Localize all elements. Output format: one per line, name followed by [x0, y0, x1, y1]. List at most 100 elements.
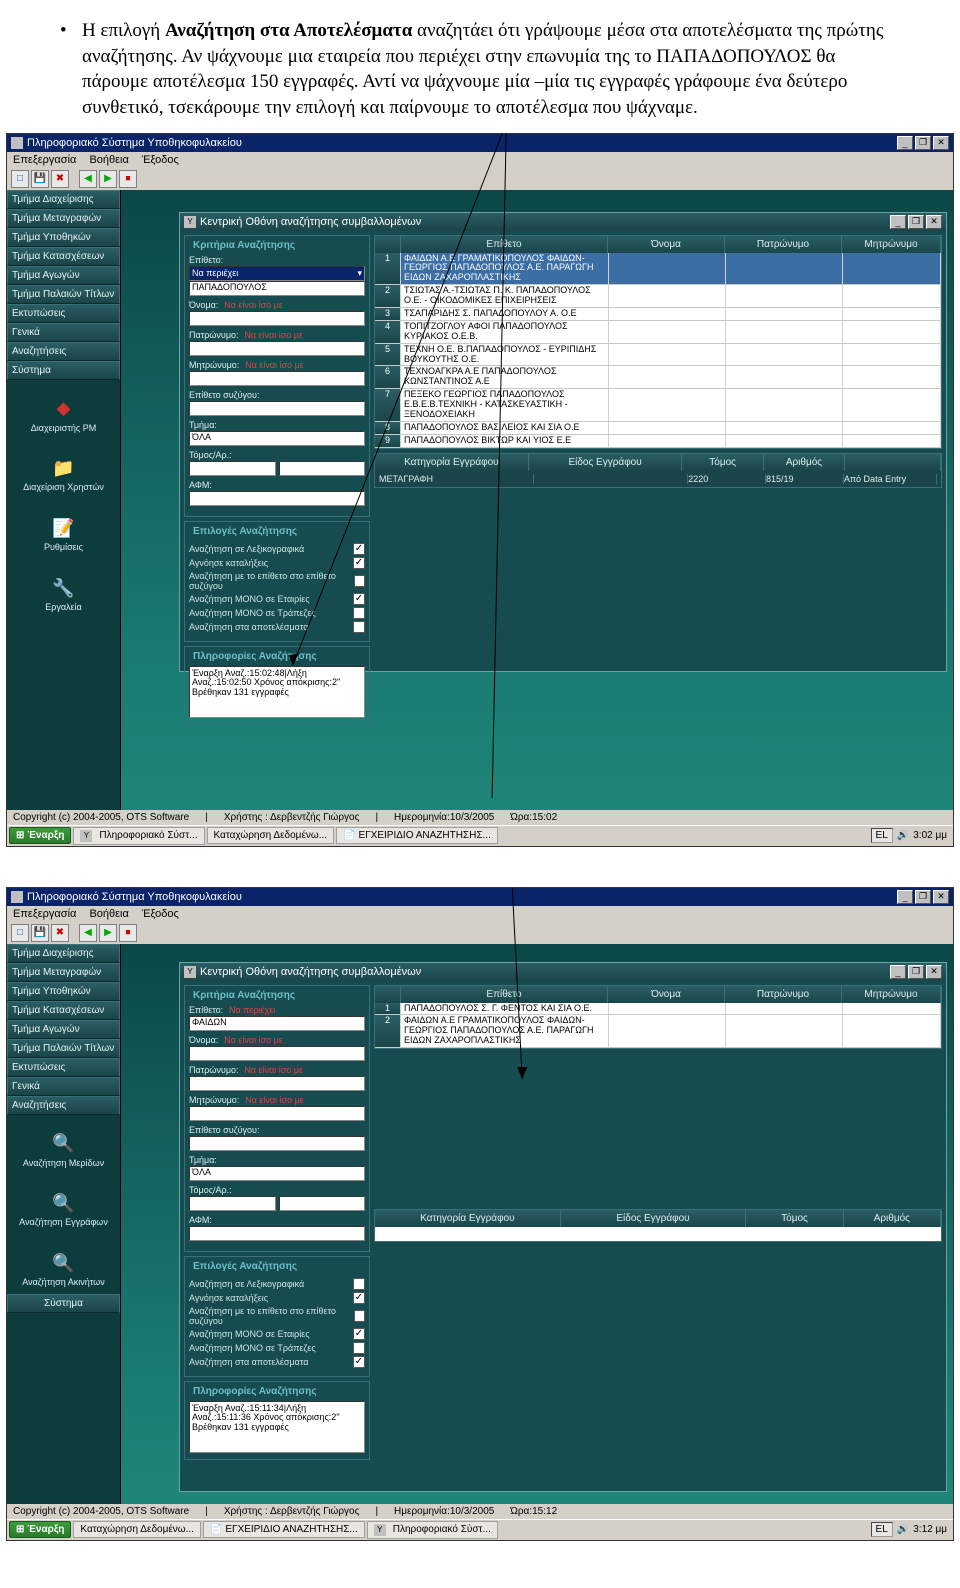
task-btn[interactable]: 📄 ΕΓΧΕΙΡΙΔΙΟ ΑΝΑΖΗΤΗΣΗΣ...: [336, 827, 498, 844]
lang-indicator[interactable]: EL: [871, 828, 893, 843]
nav-item[interactable]: Αναζητήσεις: [7, 1096, 120, 1115]
table-row[interactable]: 7ΠΕΞΕΚΟ ΓΕΩΡΓΙΟΣ ΠΑΠΑΔΟΠΟΥΛΟΣ Ε.Β.Ε.Β.ΤΕ…: [375, 389, 941, 422]
afm-input[interactable]: [189, 1226, 365, 1241]
nav-item[interactable]: Τμήμα Παλαιών Τίτλων: [7, 285, 120, 304]
chk-suffix[interactable]: ✓: [353, 1292, 365, 1304]
mitronymo-input[interactable]: [189, 1106, 365, 1121]
tomos-input[interactable]: [189, 461, 276, 476]
chk-companies[interactable]: ✓: [353, 593, 365, 605]
table-row[interactable]: 4ΤΟΠΙΤΖΟΓΛΟΥ ΑΦΟΙ ΠΑΠΑΔΟΠΟΥΛΟΣ ΚΥΡΙΑΚΟΣ …: [375, 321, 941, 344]
chk-inresults[interactable]: [353, 621, 365, 633]
task-btn[interactable]: 📄 ΕΓΧΕΙΡΙΔΙΟ ΑΝΑΖΗΤΗΣΗΣ...: [203, 1521, 365, 1538]
chk-lex[interactable]: [353, 1278, 365, 1290]
tool-save[interactable]: 💾: [31, 170, 49, 188]
table-row[interactable]: 6ΤΕΧΝΟΑΓΚΡΑ Α.Ε ΠΑΠΑΔΟΠΟΥΛΟΣ ΚΩΝΣΤΑΝΤΙΝΟ…: [375, 366, 941, 389]
onoma-input[interactable]: [189, 311, 365, 326]
tmima-select[interactable]: ΌΛΑ: [189, 1166, 365, 1181]
menu-edit[interactable]: Επεξεργασία: [13, 154, 76, 166]
menu-help[interactable]: Βοήθεια: [89, 908, 128, 920]
tool-stop[interactable]: ⏹: [119, 170, 137, 188]
side-icon-settings[interactable]: 📝 Ρυθμίσεις: [7, 515, 120, 553]
nav-item[interactable]: Εκτυπώσεις: [7, 304, 120, 323]
chk-lex[interactable]: ✓: [353, 543, 365, 555]
tool-next[interactable]: ▶: [99, 924, 117, 942]
nav-item[interactable]: Τμήμα Αγωγών: [7, 266, 120, 285]
nav-item[interactable]: Τμήμα Υποθηκών: [7, 228, 120, 247]
nav-item[interactable]: Αναζητήσεις: [7, 342, 120, 361]
patronymo-input[interactable]: [189, 1076, 365, 1091]
table-row[interactable]: 3ΤΣΑΠΑΡΙΔΗΣ Σ. ΠΑΠΑΔΟΠΟΥΛΟΥ Α. Ο.Ε: [375, 308, 941, 321]
tool-next[interactable]: ▶: [99, 170, 117, 188]
minimize-button[interactable]: _: [897, 136, 913, 150]
minimize-button[interactable]: _: [897, 890, 913, 904]
mitronymo-input[interactable]: [189, 371, 365, 386]
chk-spouse[interactable]: [354, 1310, 365, 1322]
side-icon-tools[interactable]: 🔧 Εργαλεία: [7, 575, 120, 613]
inner-close[interactable]: ✕: [926, 215, 942, 229]
chk-banks[interactable]: [353, 1342, 365, 1354]
nav-item[interactable]: Τμήμα Αγωγών: [7, 1020, 120, 1039]
side-icon-search-shares[interactable]: 🔍 Αναζήτηση Μερίδων: [7, 1131, 120, 1169]
menu-edit[interactable]: Επεξεργασία: [13, 908, 76, 920]
side-icon-users[interactable]: 📁 Διαχείριση Χρηστών: [7, 455, 120, 493]
tool-delete[interactable]: ✖: [51, 924, 69, 942]
tmima-select[interactable]: ΌΛΑ: [189, 431, 365, 446]
tool-stop[interactable]: ⏹: [119, 924, 137, 942]
epitheto-input[interactable]: ΠΑΠΑΔΟΠΟΥΛΟΣ: [189, 281, 365, 296]
nav-item[interactable]: Τμήμα Διαχείρισης: [7, 944, 120, 963]
table-row[interactable]: 1ΦΑΙΔΩΝ Α.Ε ΓΡΑΜΑΤΙΚΟΠΟΥΛΟΣ ΦΑΙΔΩΝ- ΓΕΩΡ…: [375, 253, 941, 286]
side-icon-rm[interactable]: ◆ Διαχειριστής ΡΜ: [7, 396, 120, 434]
nav-system[interactable]: Σύστημα: [7, 1294, 120, 1313]
epitheto-op[interactable]: Να περιέχει▾: [189, 266, 365, 281]
syzygos-input[interactable]: [189, 401, 365, 416]
chk-suffix[interactable]: ✓: [353, 557, 365, 569]
chk-companies[interactable]: ✓: [353, 1328, 365, 1340]
nav-item[interactable]: Εκτυπώσεις: [7, 1058, 120, 1077]
nav-item[interactable]: Γενικά: [7, 1077, 120, 1096]
inner-min[interactable]: _: [890, 965, 906, 979]
task-btn[interactable]: Καταχώρηση Δεδομένω...: [73, 1521, 201, 1538]
ar-input[interactable]: [279, 461, 366, 476]
tray-icon[interactable]: 🔊: [897, 830, 909, 841]
nav-item[interactable]: Τμήμα Μεταγραφών: [7, 209, 120, 228]
tool-prev[interactable]: ◀: [79, 924, 97, 942]
chk-inresults[interactable]: ✓: [353, 1356, 365, 1368]
doc-row[interactable]: ΜΕΤΑΓΡΑΦΗ 2220 815/19 Από Data Entry: [375, 471, 941, 487]
table-row[interactable]: 2ΦΑΙΔΩΝ Α.Ε ΓΡΑΜΑΤΙΚΟΠΟΥΛΟΣ ΦΑΙΔΩΝ- ΓΕΩΡ…: [375, 1015, 941, 1048]
start-button[interactable]: ⊞ Έναρξη: [9, 1521, 71, 1538]
side-icon-search-prop[interactable]: 🔍 Αναζήτηση Ακινήτων: [7, 1250, 120, 1288]
side-icon-search-docs[interactable]: 🔍 Αναζήτηση Εγγράφων: [7, 1190, 120, 1228]
onoma-input[interactable]: [189, 1046, 365, 1061]
start-button[interactable]: ⊞ Έναρξη: [9, 827, 71, 844]
close-button[interactable]: ✕: [933, 890, 949, 904]
inner-close[interactable]: ✕: [926, 965, 942, 979]
chk-spouse[interactable]: [354, 575, 365, 587]
epitheto-input[interactable]: ΦΑΙΔΩΝ: [189, 1016, 365, 1031]
inner-min[interactable]: _: [890, 215, 906, 229]
table-row[interactable]: 9ΠΑΠΑΔΟΠΟΥΛΟΣ ΒΙΚΤΩΡ ΚΑΙ ΥΙΟΣ Ε.Ε: [375, 435, 941, 448]
ar-input[interactable]: [279, 1196, 366, 1211]
tool-new[interactable]: □: [11, 170, 29, 188]
nav-item[interactable]: Τμήμα Κατασχέσεων: [7, 247, 120, 266]
task-btn[interactable]: Καταχώρηση Δεδομένω...: [207, 827, 335, 844]
nav-item[interactable]: Τμήμα Διαχείρισης: [7, 190, 120, 209]
tool-save[interactable]: 💾: [31, 924, 49, 942]
lang-indicator[interactable]: EL: [871, 1522, 893, 1537]
nav-item[interactable]: Τμήμα Παλαιών Τίτλων: [7, 1039, 120, 1058]
syzygos-input[interactable]: [189, 1136, 365, 1151]
inner-max[interactable]: ❐: [908, 965, 924, 979]
task-btn[interactable]: YΠληροφοριακό Σύστ...: [367, 1521, 498, 1539]
nav-item[interactable]: Γενικά: [7, 323, 120, 342]
table-row[interactable]: 5ΤΕΧΝΗ Ο.Ε. Β.ΠΑΠΑΔΟΠΟΥΛΟΣ - ΕΥΡΙΠΙΔΗΣ Β…: [375, 344, 941, 367]
maximize-button[interactable]: ❐: [915, 890, 931, 904]
maximize-button[interactable]: ❐: [915, 136, 931, 150]
close-button[interactable]: ✕: [933, 136, 949, 150]
patronymo-input[interactable]: [189, 341, 365, 356]
task-btn[interactable]: YΠληροφοριακό Σύστ...: [73, 827, 204, 845]
table-row[interactable]: 8ΠΑΠΑΔΟΠΟΥΛΟΣ ΒΑΣΙΛΕΙΟΣ ΚΑΙ ΣΙΑ Ο.Ε: [375, 422, 941, 435]
menu-exit[interactable]: Έξοδος: [142, 908, 179, 920]
menu-exit[interactable]: Έξοδος: [142, 154, 179, 166]
chk-banks[interactable]: [353, 607, 365, 619]
tool-delete[interactable]: ✖: [51, 170, 69, 188]
table-row[interactable]: 2ΤΣΙΩΤΑΣ Α.-ΤΣΙΩΤΑΣ Π. Κ. ΠΑΠΑΔΟΠΟΥΛΟΣ Ο…: [375, 285, 941, 308]
